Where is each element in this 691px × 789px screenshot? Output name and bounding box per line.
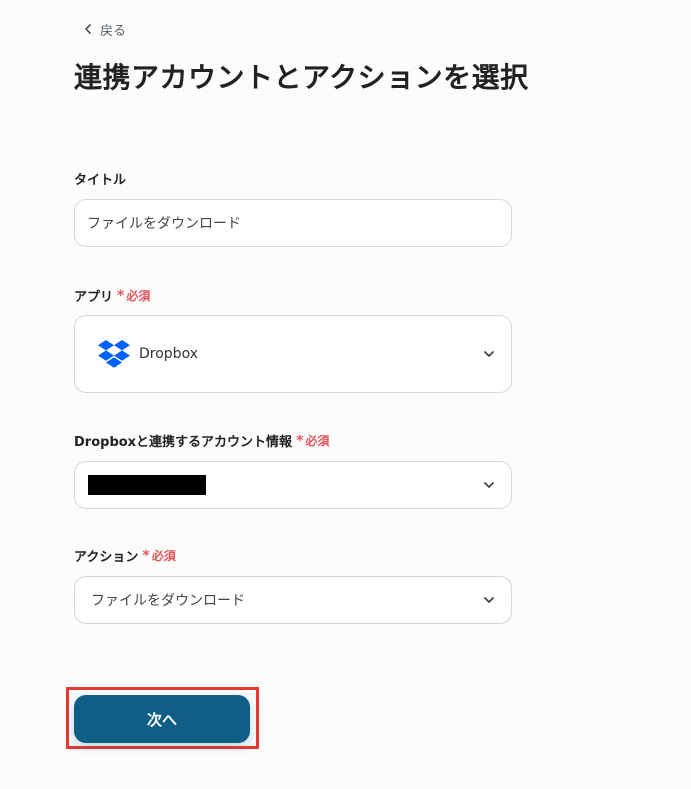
required-mark: * xyxy=(142,547,150,564)
page: 戻る 連携アカウントとアクションを選択 タイトル アプリ * 必須 Dropbo… xyxy=(0,0,691,789)
chevron-down-icon xyxy=(481,592,497,608)
app-select-value: Dropbox xyxy=(139,346,198,362)
action-field-label-text: アクション xyxy=(74,550,139,565)
title-field-label-text: タイトル xyxy=(74,173,127,188)
dropbox-logo-icon xyxy=(98,340,130,368)
required-mark: * xyxy=(117,287,125,304)
required-badge: * 必須 xyxy=(142,547,175,564)
action-select[interactable]: ファイルをダウンロード xyxy=(74,576,512,624)
action-field-label: アクション * 必須 xyxy=(74,546,176,566)
chevron-down-icon xyxy=(481,477,497,493)
required-mark: * xyxy=(296,432,304,449)
title-input[interactable] xyxy=(75,200,511,246)
required-badge: * 必須 xyxy=(117,287,150,304)
redacted-account-value xyxy=(88,475,206,495)
required-label: 必須 xyxy=(305,434,330,448)
back-label: 戻る xyxy=(100,23,127,39)
account-select[interactable] xyxy=(74,461,512,509)
app-field-label: アプリ * 必須 xyxy=(74,286,150,306)
required-label: 必須 xyxy=(151,549,176,563)
title-field[interactable] xyxy=(74,199,512,247)
account-field-label: Dropboxと連携するアカウント情報 * 必須 xyxy=(74,431,329,451)
action-select-value: ファイルをダウンロード xyxy=(91,593,245,609)
app-select[interactable]: Dropbox xyxy=(74,315,512,393)
app-field-label-text: アプリ xyxy=(74,290,114,305)
next-button[interactable]: 次へ xyxy=(74,695,250,743)
account-field-label-text: Dropboxと連携するアカウント情報 xyxy=(74,435,293,450)
chevron-down-icon xyxy=(481,346,497,362)
back-link[interactable]: 戻る xyxy=(80,18,126,40)
page-title: 連携アカウントとアクションを選択 xyxy=(74,61,529,94)
required-label: 必須 xyxy=(126,289,151,303)
required-badge: * 必須 xyxy=(296,432,329,449)
title-field-label: タイトル xyxy=(74,169,126,188)
chevron-left-icon xyxy=(80,21,96,37)
